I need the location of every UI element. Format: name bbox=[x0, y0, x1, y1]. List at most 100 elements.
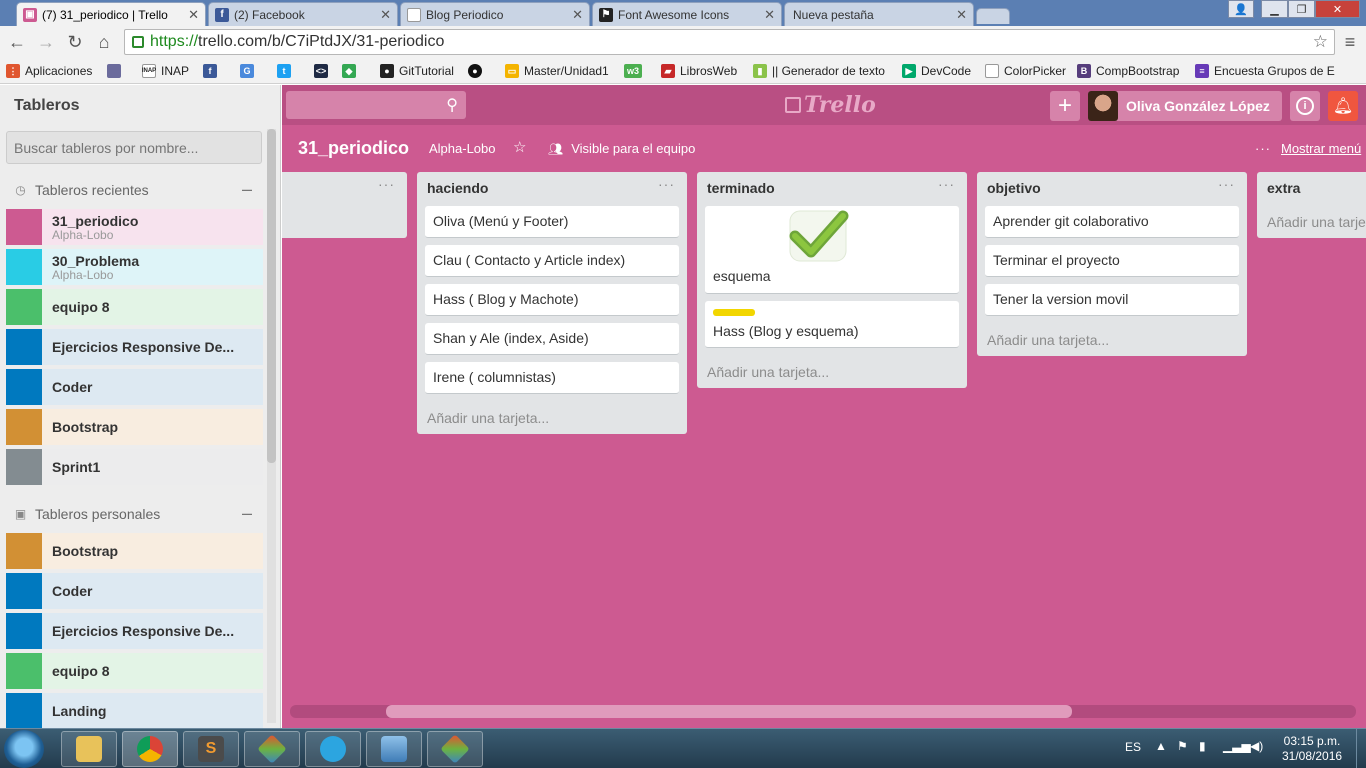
bookmark-translate[interactable]: G bbox=[240, 63, 259, 79]
bookmark-w3[interactable]: w3 bbox=[624, 63, 647, 79]
collapse-recent-button[interactable]: – bbox=[242, 179, 252, 200]
add-card-link[interactable]: Añadir una tarjeta... bbox=[987, 332, 1109, 348]
minimize-button[interactable]: ▁ bbox=[1261, 0, 1288, 18]
reload-icon[interactable]: ↻ bbox=[63, 30, 87, 54]
taskbar-explorer[interactable] bbox=[61, 731, 117, 767]
card[interactable]: Oliva (Menú y Footer) bbox=[425, 206, 679, 238]
board-search-input[interactable] bbox=[6, 131, 262, 164]
list-title[interactable]: haciendo bbox=[427, 180, 488, 196]
list-menu-icon[interactable]: ··· bbox=[938, 176, 955, 192]
bookmark-librosweb[interactable]: ▰ LibrosWeb bbox=[661, 63, 737, 79]
sidebar-scrollbar-thumb[interactable] bbox=[267, 129, 276, 463]
list-menu-icon[interactable]: ··· bbox=[1218, 176, 1235, 192]
list-menu-icon[interactable]: ··· bbox=[658, 176, 675, 192]
board-visibility[interactable]: 👥︎ Visible para el equipo bbox=[548, 141, 695, 156]
bookmark-encuesta[interactable]: ≡ Encuesta Grupos de E bbox=[1195, 63, 1335, 79]
start-button[interactable] bbox=[4, 730, 44, 768]
bookmark-devcode[interactable]: ▶ DevCode bbox=[902, 63, 971, 79]
bookmark-shield[interactable] bbox=[107, 63, 126, 79]
user-profile-icon[interactable]: 👤 bbox=[1228, 0, 1254, 18]
collapse-personal-button[interactable]: – bbox=[242, 503, 252, 524]
add-card-link[interactable]: Añadir una tarjeta... bbox=[707, 364, 829, 380]
bookmark-star-icon[interactable]: ☆ bbox=[1313, 32, 1328, 52]
list-title[interactable]: terminado bbox=[707, 180, 775, 196]
window-close-button[interactable]: ✕ bbox=[1315, 0, 1360, 18]
sidebar-board-item[interactable]: Bootstrap bbox=[6, 409, 263, 445]
bookmark-facebook[interactable]: f bbox=[203, 63, 222, 79]
card[interactable]: Clau ( Contacto y Article index) bbox=[425, 245, 679, 277]
tab-trello[interactable]: ▣ (7) 31_periodico | Trello ✕ bbox=[16, 2, 206, 26]
show-desktop-button[interactable] bbox=[1356, 729, 1366, 768]
star-icon[interactable]: ☆ bbox=[513, 138, 526, 156]
bookmark-twitter[interactable]: t bbox=[277, 63, 296, 79]
board-title[interactable]: 31_periodico bbox=[298, 138, 409, 159]
tab-blog[interactable]: Blog Periodico ✕ bbox=[400, 2, 590, 26]
card[interactable]: Terminar el proyecto bbox=[985, 245, 1239, 277]
tab-facebook[interactable]: f (2) Facebook ✕ bbox=[208, 2, 398, 26]
add-button[interactable]: + bbox=[1050, 91, 1080, 121]
add-card-link[interactable]: Añadir una tarjeta... bbox=[427, 410, 549, 426]
card[interactable]: Hass ( Blog y Machote) bbox=[425, 284, 679, 316]
taskbar-photos[interactable] bbox=[366, 731, 422, 767]
taskbar-git[interactable] bbox=[244, 731, 300, 767]
sidebar-board-item[interactable]: Landing bbox=[6, 693, 263, 728]
home-icon[interactable]: ⌂ bbox=[92, 30, 116, 54]
system-clock[interactable]: 03:15 p.m. 31/08/2016 bbox=[1282, 734, 1342, 764]
new-tab-button[interactable] bbox=[976, 8, 1010, 24]
sidebar-board-item[interactable]: Ejercicios Responsive De... bbox=[6, 329, 263, 365]
close-icon[interactable]: ✕ bbox=[956, 7, 967, 23]
battery-icon[interactable]: ▮ bbox=[1199, 739, 1206, 753]
sidebar-board-item[interactable]: Sprint1 bbox=[6, 449, 263, 485]
menu-icon[interactable]: ≡ bbox=[1338, 30, 1362, 54]
trello-logo[interactable]: Trello bbox=[785, 92, 876, 118]
taskbar-git-gui[interactable] bbox=[427, 731, 483, 767]
sidebar-board-item[interactable]: Bootstrap bbox=[6, 533, 263, 569]
maximize-button[interactable]: ❐ bbox=[1288, 0, 1315, 18]
taskbar-chrome[interactable] bbox=[122, 731, 178, 767]
forward-icon[interactable]: → bbox=[34, 30, 58, 54]
close-icon[interactable]: ✕ bbox=[572, 7, 583, 23]
card-with-image[interactable]: esquema bbox=[705, 206, 959, 294]
tray-expand-icon[interactable]: ▲ bbox=[1155, 739, 1167, 753]
list-menu-icon[interactable]: ··· bbox=[378, 176, 395, 192]
language-indicator[interactable]: ES bbox=[1125, 740, 1141, 754]
sidebar-board-item[interactable]: Coder bbox=[6, 573, 263, 609]
card[interactable]: Irene ( columnistas) bbox=[425, 362, 679, 394]
bookmark-master[interactable]: ▭ Master/Unidad1 bbox=[505, 63, 609, 79]
info-button[interactable]: i bbox=[1290, 91, 1320, 121]
bookmark-gittutorial[interactable]: ● GitTutorial bbox=[380, 63, 454, 79]
list-title[interactable]: extra bbox=[1267, 180, 1300, 196]
tab-font-awesome[interactable]: ⚑ Font Awesome Icons ✕ bbox=[592, 2, 782, 26]
sidebar-board-item[interactable]: equipo 8 bbox=[6, 653, 263, 689]
taskbar-telegram[interactable] bbox=[305, 731, 361, 767]
list-title[interactable]: objetivo bbox=[987, 180, 1041, 196]
trello-search-input[interactable]: ⚲ bbox=[286, 91, 466, 119]
board-scrollbar-thumb[interactable] bbox=[386, 705, 1072, 718]
notifications-button[interactable]: 🔔︎ bbox=[1328, 91, 1358, 121]
bookmark-github[interactable]: ● bbox=[468, 63, 487, 79]
close-icon[interactable]: ✕ bbox=[188, 7, 199, 23]
address-bar[interactable]: https://trello.com/b/C7iPtdJX/31-periodi… bbox=[124, 29, 1335, 55]
board-team-link[interactable]: Alpha-Lobo bbox=[429, 141, 496, 156]
card[interactable]: Aprender git colaborativo bbox=[985, 206, 1239, 238]
close-icon[interactable]: ✕ bbox=[764, 7, 775, 23]
add-card-link[interactable]: Añadir una tarje bbox=[1267, 214, 1366, 230]
sidebar-board-item[interactable]: 30_Problema Alpha-Lobo bbox=[6, 249, 263, 285]
card[interactable]: Tener la version movil bbox=[985, 284, 1239, 316]
bookmark-maps[interactable]: ◆ bbox=[342, 63, 361, 79]
bookmark-colorpicker[interactable]: ColorPicker bbox=[985, 63, 1066, 79]
sidebar-board-item[interactable]: Ejercicios Responsive De... bbox=[6, 613, 263, 649]
bookmark-generador[interactable]: ▮ || Generador de texto bbox=[753, 63, 885, 79]
volume-icon[interactable]: ◀) bbox=[1250, 739, 1263, 753]
user-menu-button[interactable]: Oliva González López bbox=[1088, 91, 1282, 121]
tab-new[interactable]: Nueva pestaña ✕ bbox=[784, 2, 974, 26]
bookmark-inap[interactable]: INAP INAP bbox=[142, 63, 189, 79]
close-icon[interactable]: ✕ bbox=[380, 7, 391, 23]
show-menu-link[interactable]: ··· Mostrar menú bbox=[1255, 141, 1361, 156]
back-icon[interactable]: ← bbox=[5, 30, 29, 54]
bookmark-compbootstrap[interactable]: B CompBootstrap bbox=[1077, 63, 1179, 79]
sidebar-board-item[interactable]: 31_periodico Alpha-Lobo bbox=[6, 209, 263, 245]
flag-icon[interactable]: ⚑ bbox=[1177, 739, 1188, 753]
taskbar-sublime[interactable]: S bbox=[183, 731, 239, 767]
bookmark-code[interactable]: <> bbox=[314, 63, 333, 79]
